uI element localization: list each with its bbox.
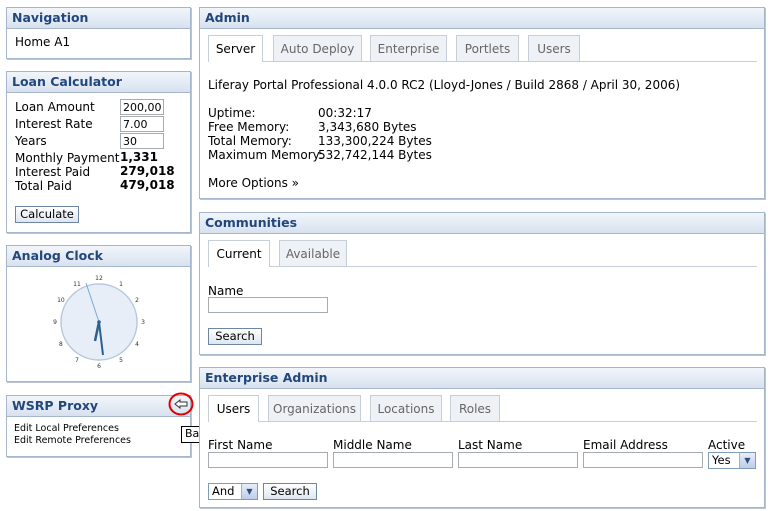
enterprise-search-button[interactable]: Search (263, 483, 317, 500)
edit-remote-preferences-link[interactable]: Edit Remote Preferences (14, 435, 131, 446)
back-arrow-icon (174, 399, 188, 409)
and-or-select-value: And (212, 484, 235, 498)
chevron-down-icon: ▼ (241, 484, 257, 499)
clock-numeral: 9 (53, 319, 57, 326)
analog-clock-title: Analog Clock (7, 246, 190, 267)
free-memory-label: Free Memory: (208, 120, 290, 134)
last-name-input[interactable] (458, 452, 578, 468)
clock-numeral: 4 (135, 341, 139, 348)
tab-available[interactable]: Available (279, 240, 347, 266)
interest-paid-value: 279,018 (120, 164, 175, 178)
navigation-portlet: Navigation Home A1 (6, 7, 191, 59)
active-label: Active (708, 438, 746, 452)
chevron-down-icon: ▼ (739, 453, 755, 468)
calculate-button[interactable]: Calculate (15, 206, 79, 223)
admin-title: Admin (200, 8, 764, 29)
clock-numeral: 3 (141, 319, 145, 326)
total-paid-value: 479,018 (120, 178, 175, 192)
middle-name-input[interactable] (333, 452, 453, 468)
monthly-payment-label: Monthly Payment (15, 151, 120, 165)
free-memory-value: 3,343,680 Bytes (318, 120, 417, 134)
total-paid-label: Total Paid (15, 179, 72, 193)
clock-numeral: 5 (119, 357, 123, 364)
tab-auto-deploy[interactable]: Auto Deploy (273, 35, 362, 61)
clock-numeral: 6 (97, 363, 101, 370)
clock-numeral: 8 (59, 341, 63, 348)
interest-rate-input[interactable] (120, 116, 164, 132)
loan-calculator-portlet: Loan Calculator Loan Amount Interest Rat… (6, 71, 191, 233)
years-label: Years (15, 134, 47, 148)
clock-numeral: 2 (135, 297, 139, 304)
nav-item-home[interactable]: Home A1 (15, 35, 70, 49)
years-input[interactable] (120, 133, 164, 149)
tab-roles[interactable]: Roles (450, 395, 500, 421)
tab-users[interactable]: Users (528, 35, 580, 61)
community-name-input[interactable] (208, 297, 328, 313)
tab-locations[interactable]: Locations (370, 395, 442, 421)
name-label: Name (208, 284, 244, 298)
back-button[interactable] (168, 392, 194, 416)
active-select-value: Yes (712, 453, 731, 467)
email-address-label: Email Address (583, 438, 668, 452)
loan-amount-input[interactable] (120, 99, 164, 115)
clock-face: 121234567891011 (53, 275, 145, 370)
uptime-value: 00:32:17 (318, 106, 372, 120)
total-memory-label: Total Memory: (208, 134, 292, 148)
loan-amount-label: Loan Amount (15, 100, 95, 114)
total-memory-value: 133,300,224 Bytes (318, 134, 432, 148)
uptime-label: Uptime: (208, 106, 256, 120)
clock-numeral: 10 (57, 297, 65, 304)
communities-search-button[interactable]: Search (208, 328, 262, 345)
clock-numeral: 7 (75, 357, 79, 364)
clock-numeral: 1 (119, 281, 123, 288)
middle-name-label: Middle Name (333, 438, 412, 452)
first-name-input[interactable] (208, 452, 328, 468)
clock-numeral: 11 (73, 281, 81, 288)
and-or-select[interactable]: And ▼ (208, 483, 258, 500)
first-name-label: First Name (208, 438, 273, 452)
tab-enterprise[interactable]: Enterprise (370, 35, 447, 61)
wsrp-proxy-title: WSRP Proxy (7, 396, 190, 417)
clock-numeral: 12 (95, 275, 103, 282)
email-address-input[interactable] (583, 452, 703, 468)
loan-calculator-title: Loan Calculator (7, 72, 190, 93)
communities-title: Communities (200, 213, 764, 234)
tab-organizations[interactable]: Organizations (268, 395, 361, 421)
communities-portlet: Communities Current Available Name Searc… (199, 212, 765, 355)
analog-clock-portlet: Analog Clock 12 1 2 3 4 5 6 7 8 9 10 11 (6, 245, 191, 382)
enterprise-admin-portlet: Enterprise Admin Users Organizations Loc… (199, 367, 765, 508)
max-memory-value: 532,742,144 Bytes (318, 148, 432, 162)
last-name-label: Last Name (458, 438, 523, 452)
interest-paid-label: Interest Paid (15, 165, 91, 179)
navigation-title: Navigation (7, 8, 190, 29)
tab-portlets[interactable]: Portlets (456, 35, 519, 61)
version-text: Liferay Portal Professional 4.0.0 RC2 (L… (208, 78, 681, 92)
more-options-link[interactable]: More Options » (208, 176, 299, 190)
interest-rate-label: Interest Rate (15, 117, 93, 131)
tab-current[interactable]: Current (208, 240, 270, 267)
wsrp-proxy-portlet: WSRP Proxy Edit Local Preferences Edit R… (6, 395, 191, 457)
admin-portlet: Admin Server Auto Deploy Enterprise Port… (199, 7, 765, 199)
monthly-payment-value: 1,331 (120, 150, 158, 164)
tab-server[interactable]: Server (208, 35, 263, 62)
max-memory-label: Maximum Memory: (208, 148, 323, 162)
edit-local-preferences-link[interactable]: Edit Local Preferences (14, 423, 119, 434)
active-select[interactable]: Yes ▼ (708, 452, 756, 469)
tab-users-enterprise[interactable]: Users (208, 395, 259, 422)
enterprise-admin-title: Enterprise Admin (200, 368, 764, 389)
